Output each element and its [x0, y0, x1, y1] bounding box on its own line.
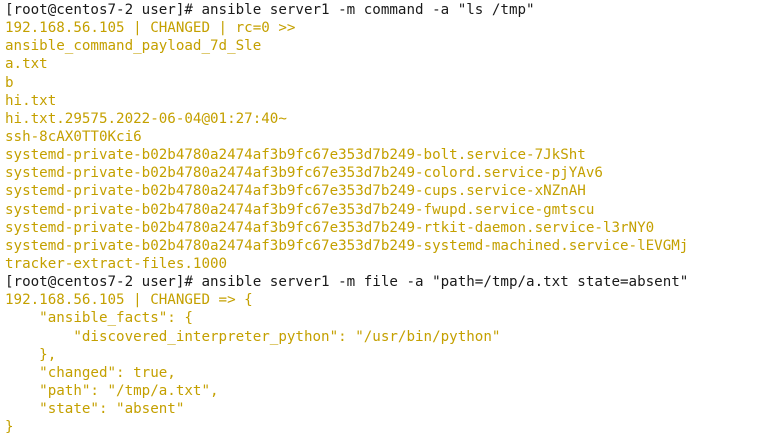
output-line: ansible_command_payload_7d_Sle — [5, 38, 262, 55]
output-line: hi.txt.29575.2022-06-04@01:27:40~ — [5, 110, 287, 127]
output-line: "discovered_interpreter_python": "/usr/b… — [5, 328, 501, 345]
output-status-line: 192.168.56.105 | CHANGED => { — [5, 292, 253, 309]
output-line: "state": "absent" — [5, 401, 185, 418]
output-line: ssh-8cAX0TT0Kci6 — [5, 128, 142, 145]
output-line: systemd-private-b02b4780a2474af3b9fc67e3… — [5, 219, 655, 236]
output-line: systemd-private-b02b4780a2474af3b9fc67e3… — [5, 165, 603, 182]
output-line: systemd-private-b02b4780a2474af3b9fc67e3… — [5, 147, 586, 164]
output-line: "changed": true, — [5, 364, 176, 381]
output-status-line: 192.168.56.105 | CHANGED | rc=0 >> — [5, 20, 296, 37]
output-line: a.txt — [5, 56, 48, 73]
output-line: systemd-private-b02b4780a2474af3b9fc67e3… — [5, 183, 586, 200]
output-line: b — [5, 74, 14, 91]
terminal-window[interactable]: [root@centos7-2 user]# ansible server1 -… — [0, 0, 767, 433]
output-line: hi.txt — [5, 92, 57, 109]
command-line-ls: [root@centos7-2 user]# ansible server1 -… — [5, 2, 535, 18]
output-line: "path": "/tmp/a.txt", — [5, 382, 219, 399]
output-line: "ansible_facts": { — [5, 310, 193, 327]
output-line: systemd-private-b02b4780a2474af3b9fc67e3… — [5, 201, 595, 218]
command-line-file: [root@centos7-2 user]# ansible server1 -… — [5, 274, 689, 291]
output-line: tracker-extract-files.1000 — [5, 255, 228, 272]
output-line: }, — [5, 346, 57, 363]
output-line: systemd-private-b02b4780a2474af3b9fc67e3… — [5, 237, 689, 254]
output-line: } — [5, 419, 14, 433]
